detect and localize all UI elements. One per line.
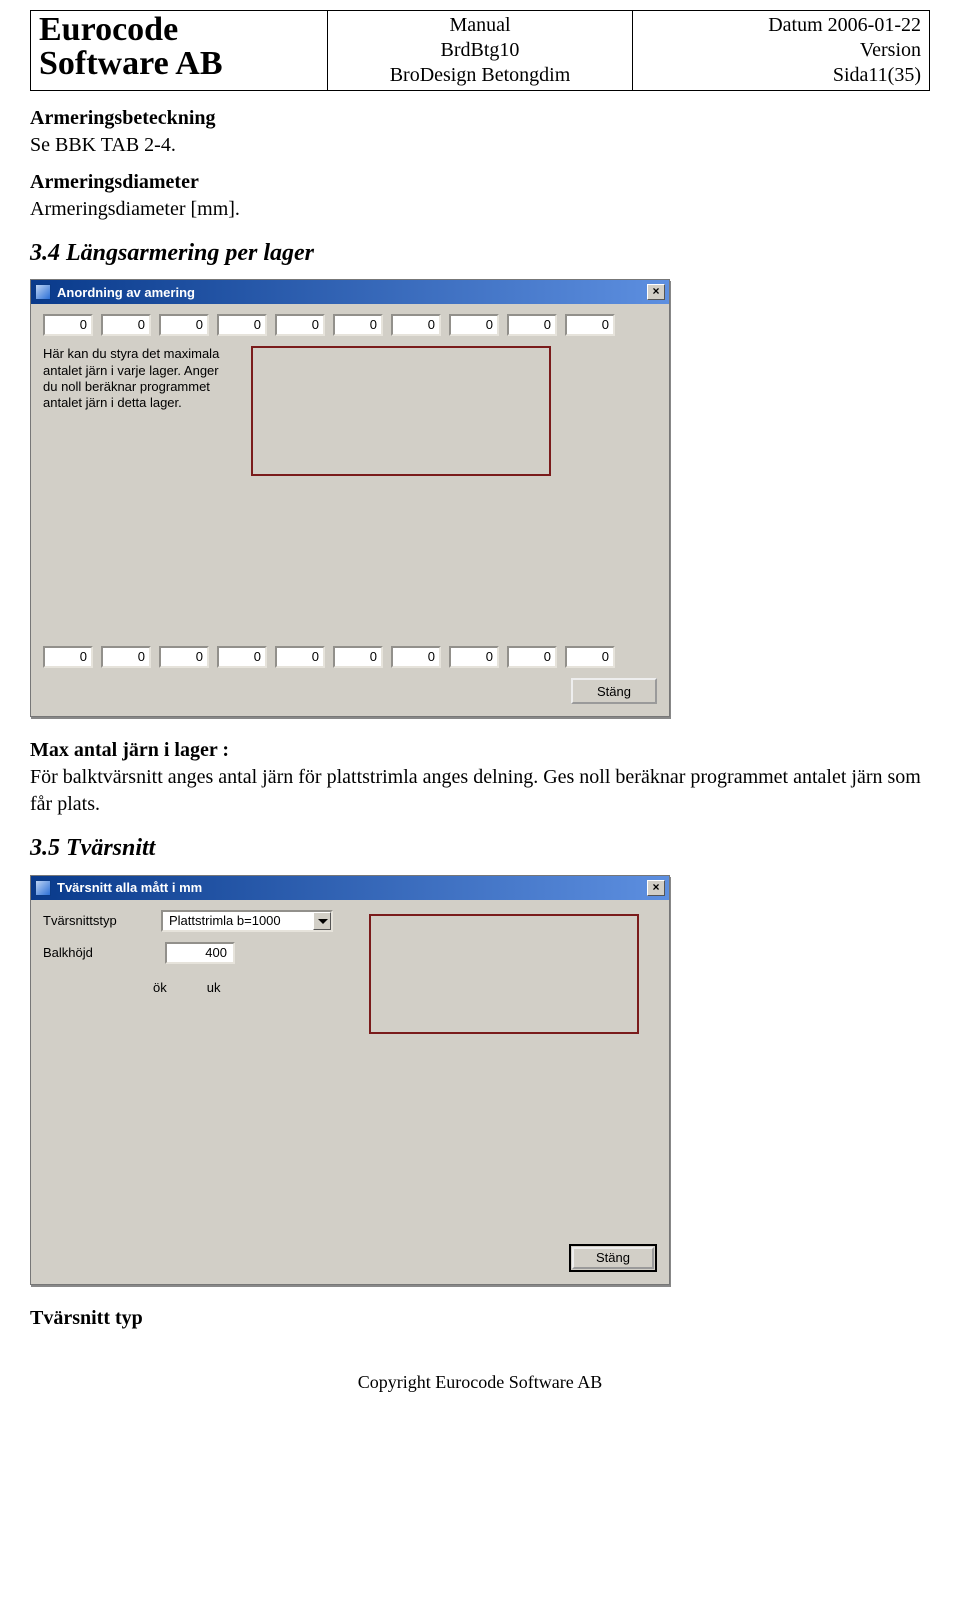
dialog-close-default-button[interactable]: Stäng bbox=[569, 1244, 657, 1272]
chevron-down-icon[interactable] bbox=[313, 912, 331, 930]
balkhojd-input[interactable]: 400 bbox=[165, 942, 235, 964]
bottom-input-2[interactable]: 0 bbox=[159, 646, 209, 668]
tvarsnitt-typ-heading: Tvärsnitt typ bbox=[30, 1305, 930, 1332]
page-footer: Copyright Eurocode Software AB bbox=[30, 1372, 930, 1393]
dialog-title: Tvärsnitt alla mått i mm bbox=[57, 880, 202, 895]
top-input-8[interactable]: 0 bbox=[507, 314, 557, 336]
version-line: Version bbox=[641, 38, 921, 63]
titlebar[interactable]: Tvärsnitt alla mått i mm × bbox=[31, 876, 669, 900]
top-input-4[interactable]: 0 bbox=[275, 314, 325, 336]
dialog-title: Anordning av amering bbox=[57, 285, 195, 300]
bottom-input-9[interactable]: 0 bbox=[565, 646, 615, 668]
company-name-line2: Software AB bbox=[39, 47, 319, 81]
dialog-anordning: Anordning av amering × 0 0 0 0 0 0 0 0 0… bbox=[30, 279, 670, 717]
page-header-table: Eurocode Software AB Manual BrdBtg10 Bro… bbox=[30, 10, 930, 91]
max-antal-heading: Max antal järn i lager : bbox=[30, 737, 930, 764]
help-text: Här kan du styra det maximala antalet jä… bbox=[43, 346, 223, 476]
top-input-0[interactable]: 0 bbox=[43, 314, 93, 336]
bottom-input-6[interactable]: 0 bbox=[391, 646, 441, 668]
date-line: Datum 2006-01-22 bbox=[641, 13, 921, 38]
tvarsnitt-canvas bbox=[369, 914, 639, 1034]
manual-line3: BroDesign Betongdim bbox=[336, 63, 625, 88]
top-input-2[interactable]: 0 bbox=[159, 314, 209, 336]
section-3-4-heading: 3.4 Längsarmering per lager bbox=[30, 237, 930, 269]
bottom-input-1[interactable]: 0 bbox=[101, 646, 151, 668]
bottom-input-4[interactable]: 0 bbox=[275, 646, 325, 668]
armeringsdiameter-heading: Armeringsdiameter bbox=[30, 169, 930, 196]
armeringsdiameter-text: Armeringsdiameter [mm]. bbox=[30, 196, 930, 223]
close-icon[interactable]: × bbox=[647, 284, 665, 300]
bottom-input-3[interactable]: 0 bbox=[217, 646, 267, 668]
top-input-5[interactable]: 0 bbox=[333, 314, 383, 336]
bottom-input-7[interactable]: 0 bbox=[449, 646, 499, 668]
app-icon bbox=[35, 284, 51, 300]
tvarsnittstyp-combo[interactable]: Plattstrimla b=1000 bbox=[161, 910, 333, 932]
top-input-3[interactable]: 0 bbox=[217, 314, 267, 336]
company-name-line1: Eurocode bbox=[39, 13, 319, 47]
uk-label: uk bbox=[207, 980, 221, 995]
dialog-tvarsnitt: Tvärsnitt alla mått i mm × Tvärsnittstyp… bbox=[30, 875, 670, 1285]
ok-label: ök bbox=[153, 980, 167, 995]
titlebar[interactable]: Anordning av amering × bbox=[31, 280, 669, 304]
app-icon bbox=[35, 880, 51, 896]
manual-line1: Manual bbox=[336, 13, 625, 38]
top-input-6[interactable]: 0 bbox=[391, 314, 441, 336]
combo-value: Plattstrimla b=1000 bbox=[163, 913, 313, 928]
bottom-input-0[interactable]: 0 bbox=[43, 646, 93, 668]
armeringsbeteckning-heading: Armeringsbeteckning bbox=[30, 105, 930, 132]
balkhojd-label: Balkhöjd bbox=[43, 945, 153, 960]
bottom-input-5[interactable]: 0 bbox=[333, 646, 383, 668]
close-icon[interactable]: × bbox=[647, 880, 665, 896]
max-antal-text: För balktvärsnitt anges antal järn för p… bbox=[30, 764, 930, 818]
preview-canvas bbox=[251, 346, 551, 476]
armeringsbeteckning-text: Se BBK TAB 2-4. bbox=[30, 132, 930, 159]
top-input-7[interactable]: 0 bbox=[449, 314, 499, 336]
dialog-close-button[interactable]: Stäng bbox=[571, 678, 657, 704]
tvarsnittstyp-label: Tvärsnittstyp bbox=[43, 913, 149, 928]
bottom-input-8[interactable]: 0 bbox=[507, 646, 557, 668]
bottom-input-row: 0 0 0 0 0 0 0 0 0 0 bbox=[43, 646, 657, 668]
manual-line2: BrdBtg10 bbox=[336, 38, 625, 63]
top-input-1[interactable]: 0 bbox=[101, 314, 151, 336]
page-line: Sida11(35) bbox=[641, 63, 921, 88]
top-input-9[interactable]: 0 bbox=[565, 314, 615, 336]
section-3-5-heading: 3.5 Tvärsnitt bbox=[30, 832, 930, 864]
top-input-row: 0 0 0 0 0 0 0 0 0 0 bbox=[43, 314, 657, 336]
